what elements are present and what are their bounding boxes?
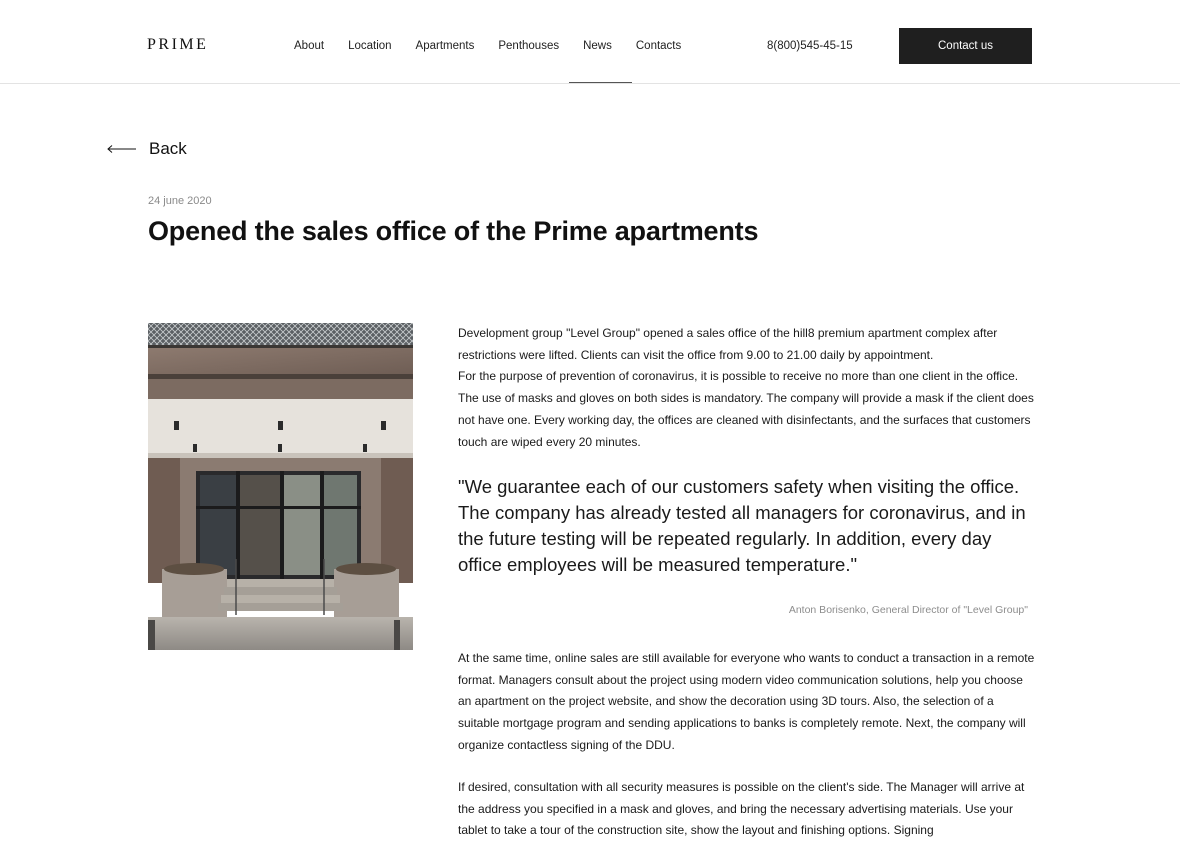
article-paragraph: Development group "Level Group" opened a… xyxy=(458,323,1038,453)
article-title: Opened the sales office of the Prime apa… xyxy=(148,216,759,246)
arrow-left-icon xyxy=(107,145,136,153)
article-quote: "We guarantee each of our customers safe… xyxy=(458,476,1026,575)
back-label: Back xyxy=(149,139,187,158)
main-nav: About Location Apartments Penthouses New… xyxy=(294,40,681,83)
logo[interactable]: PRIME xyxy=(147,36,208,54)
nav-item-penthouses[interactable]: Penthouses xyxy=(498,40,559,52)
article-paragraph: If desired, consultation with all securi… xyxy=(458,780,1025,838)
nav-item-apartments[interactable]: Apartments xyxy=(416,40,475,52)
site-header: PRIME About Location Apartments Penthous… xyxy=(0,0,1180,84)
quote-author: Anton Borisenko, General Director of "Le… xyxy=(788,604,1028,616)
phone-number[interactable]: 8(800)545-45-15 xyxy=(767,40,853,52)
article-date: 24 june 2020 xyxy=(148,195,212,207)
nav-item-about[interactable]: About xyxy=(294,40,324,52)
back-link[interactable]: Back xyxy=(107,139,187,159)
nav-item-contacts[interactable]: Contacts xyxy=(636,40,681,52)
sales-office-photo xyxy=(148,323,413,650)
nav-item-location[interactable]: Location xyxy=(348,40,391,52)
contact-us-button[interactable]: Contact us xyxy=(899,28,1032,64)
paragraph-text: For the purpose of prevention of coronav… xyxy=(458,369,1034,449)
paragraph-text: Development group "Level Group" opened a… xyxy=(458,326,998,362)
nav-item-news[interactable]: News xyxy=(569,40,632,83)
article-paragraph: At the same time, online sales are still… xyxy=(458,651,1035,752)
